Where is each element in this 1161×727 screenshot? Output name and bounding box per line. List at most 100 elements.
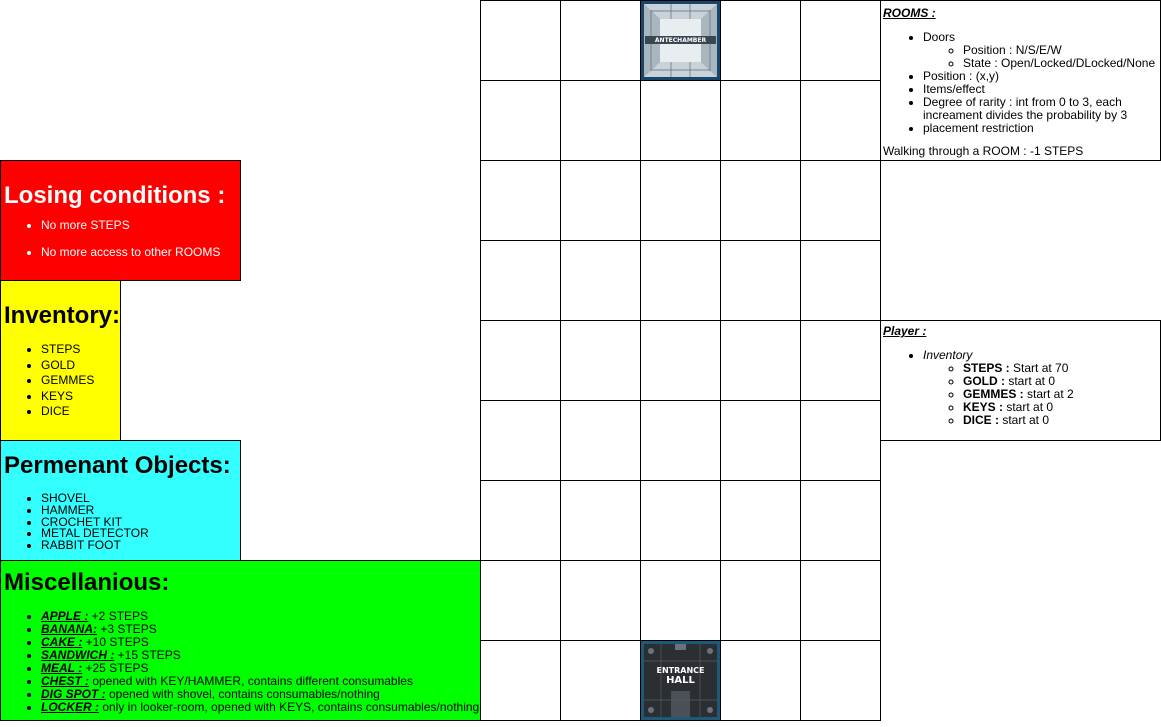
list-item: Doors Position : N/S/E/W State : Open/Lo… — [923, 31, 1155, 70]
doors-sublist: Position : N/S/E/W State : Open/Locked/D… — [923, 44, 1155, 70]
list-item: GEMMES — [41, 373, 120, 389]
grid-cell — [640, 160, 721, 241]
losing-conditions-list: No more STEPS No more access to other RO… — [1, 219, 240, 259]
grid-cell — [480, 160, 561, 241]
grid-cell — [720, 560, 801, 641]
inventory-title: Inventory: — [4, 302, 121, 329]
grid-cell — [480, 0, 561, 81]
stat-value: start at 0 — [999, 413, 1050, 427]
grid-cell — [640, 480, 721, 561]
inventory-label: Inventory — [923, 348, 973, 362]
item-key: LOCKER : — [41, 700, 99, 714]
grid-cell — [800, 480, 881, 561]
player-properties-list: Inventory STEPS : Start at 70 GOLD : sta… — [881, 349, 1074, 427]
grid-cell — [640, 320, 721, 401]
antechamber-room-tile: ANTECHAMBER — [641, 1, 720, 80]
grid-cell — [560, 640, 641, 721]
miscellaneous-panel: Miscellanious: APPLE : +2 STEPS BANANA: … — [0, 560, 481, 721]
rarity-line-1: Degree of rarity : int from 0 to 3, each — [923, 95, 1122, 109]
grid-cell — [720, 160, 801, 241]
losing-conditions-title: Losing conditions : — [4, 182, 226, 209]
grid-cell — [640, 80, 721, 161]
stat-key: GOLD : — [963, 374, 1005, 388]
grid-cell — [800, 640, 881, 721]
list-item: GOLD — [41, 358, 120, 374]
walking-cost-note: Walking through a ROOM : -1 STEPS — [883, 144, 1084, 158]
item-key: APPLE : — [41, 609, 89, 623]
grid-cell — [480, 640, 561, 721]
list-item: KEYS — [41, 389, 120, 405]
list-item: placement restriction — [923, 122, 1155, 135]
list-item: DICE — [41, 404, 120, 420]
player-notes-panel: Player : Inventory STEPS : Start at 70 G… — [880, 320, 1161, 441]
grid-cell — [480, 240, 561, 321]
grid-cell — [640, 560, 721, 641]
grid-cell — [480, 320, 561, 401]
grid-cell — [560, 160, 641, 241]
grid-cell — [480, 480, 561, 561]
grid-cell — [720, 640, 801, 721]
grid-cell — [800, 560, 881, 641]
grid-cell — [720, 320, 801, 401]
list-item: No more access to other ROOMS — [41, 246, 240, 259]
stat-value: start at 0 — [1003, 400, 1054, 414]
stat-value: start at 0 — [1005, 374, 1056, 388]
list-item: DICE : start at 0 — [963, 414, 1074, 427]
grid-cell — [480, 80, 561, 161]
stat-value: start at 2 — [1023, 387, 1074, 401]
list-item: Inventory STEPS : Start at 70 GOLD : sta… — [923, 349, 1074, 427]
grid-cell — [560, 480, 641, 561]
grid-cell — [800, 240, 881, 321]
stat-key: DICE : — [963, 413, 999, 427]
grid-cell — [640, 400, 721, 481]
item-desc: only in looker-room, opened with KEYS, c… — [99, 700, 480, 714]
miscellaneous-list: APPLE : +2 STEPS BANANA: +3 STEPS CAKE :… — [1, 610, 480, 714]
grid-cell — [800, 400, 881, 481]
item-key: SANDWICH : — [41, 648, 115, 662]
item-key: CHEST : — [41, 674, 89, 688]
stat-value: Start at 70 — [1009, 361, 1069, 375]
permanent-objects-list: SHOVEL HAMMER CROCHET KIT METAL DETECTOR… — [1, 492, 240, 552]
grid-cell — [560, 320, 641, 401]
list-item: Degree of rarity : int from 0 to 3, each… — [923, 96, 1155, 122]
stat-key: GEMMES : — [963, 387, 1024, 401]
item-key: CAKE : — [41, 635, 83, 649]
grid-cell — [560, 80, 641, 161]
grid-cell — [720, 0, 801, 81]
rooms-properties-list: Doors Position : N/S/E/W State : Open/Lo… — [881, 31, 1155, 135]
grid-cell — [720, 240, 801, 321]
list-item: RABBIT FOOT — [41, 539, 240, 552]
item-key: BANANA: — [41, 622, 97, 636]
grid-cell — [480, 400, 561, 481]
grid-cell — [560, 560, 641, 641]
stat-key: KEYS : — [963, 400, 1004, 414]
rarity-line-2: increament divides the probability by 3 — [923, 108, 1128, 122]
player-notes-heading: Player : — [883, 324, 927, 338]
grid-cell — [720, 480, 801, 561]
item-desc: +10 STEPS — [82, 635, 149, 649]
permanent-objects-panel: Permenant Objects: SHOVEL HAMMER CROCHET… — [0, 440, 241, 561]
item-desc: opened with KEY/HAMMER, contains differe… — [89, 674, 413, 688]
item-desc: opened with shovel, contains consumables… — [105, 687, 380, 701]
grid-cell — [720, 400, 801, 481]
item-desc: +2 STEPS — [88, 609, 149, 623]
entrance-hall-label-line2: HALL — [666, 675, 695, 686]
entrance-hall-room-tile: ENTRANCE HALL — [641, 641, 720, 720]
grid-cell — [640, 240, 721, 321]
grid-cell — [480, 560, 561, 641]
rooms-notes-heading: ROOMS : — [883, 6, 936, 20]
list-item: STEPS — [41, 342, 120, 358]
grid-cell — [560, 400, 641, 481]
item-desc: +25 STEPS — [82, 661, 149, 675]
inventory-list: STEPS GOLD GEMMES KEYS DICE — [1, 342, 120, 420]
item-key: DIG SPOT : — [41, 687, 106, 701]
item-key: MEAL : — [41, 661, 83, 675]
grid-cell — [720, 80, 801, 161]
item-desc: +3 STEPS — [97, 622, 157, 636]
stat-key: STEPS : — [963, 361, 1010, 375]
inventory-panel: Inventory: STEPS GOLD GEMMES KEYS DICE — [0, 280, 121, 441]
antechamber-label: ANTECHAMBER — [654, 37, 707, 44]
grid-cell — [800, 320, 881, 401]
grid-cell — [800, 80, 881, 161]
miscellaneous-title: Miscellanious: — [4, 569, 170, 596]
